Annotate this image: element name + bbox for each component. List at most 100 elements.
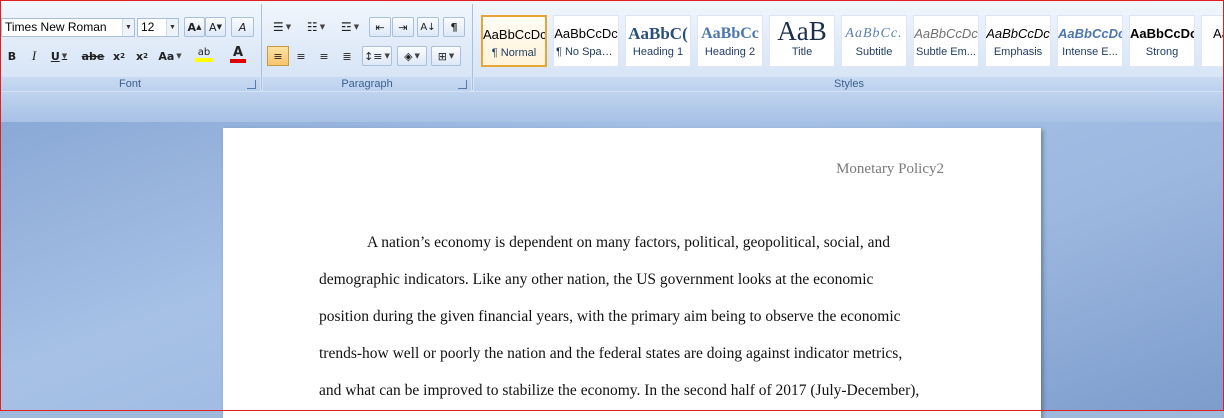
chevron-down-icon[interactable]: ▼: [166, 19, 178, 36]
style-sample-text: AaBbCcDc: [1058, 26, 1122, 41]
style-sample-text: Aa: [1213, 26, 1224, 41]
shading-button[interactable]: ◈ ▼: [397, 46, 427, 66]
style-name-label: Heading 2: [704, 46, 756, 58]
text-line[interactable]: position during the given financial year…: [319, 308, 901, 326]
style-tile[interactable]: AaBbCcDc Strong: [1129, 15, 1195, 67]
style-tile[interactable]: AaBbC( Heading 1: [625, 15, 691, 67]
style-sample-text: AaBbCcDc: [914, 26, 978, 41]
style-name-label: Heading 1: [632, 46, 684, 58]
paragraph-group: ☰ ▼ ☷ ▼ ☲ ▼ ⇤ ⇥ A↓ ¶ ≡ ≡ ≡ ≣ ↕≡ ▼ ◈ ▼ ⊞ …: [263, 0, 471, 92]
style-tile[interactable]: AaBbCc Heading 2: [697, 15, 763, 67]
decrease-indent-button[interactable]: ⇤: [369, 17, 391, 37]
style-tile[interactable]: AaBbCcDc ¶ No Spaci...: [553, 15, 619, 67]
style-name-label: Title: [791, 46, 813, 58]
grow-font-button[interactable]: A ▲: [184, 17, 205, 37]
underline-button[interactable]: U ▼: [46, 46, 72, 66]
decrease-indent-icon: ⇤: [375, 20, 385, 34]
text-line[interactable]: trends-how well or poorly the nation and…: [319, 345, 902, 363]
style-tile[interactable]: AaBbCcDc Intense E...: [1057, 15, 1123, 67]
font-group-label: Font: [0, 77, 260, 91]
sort-button[interactable]: A↓: [417, 17, 439, 37]
clear-formatting-icon: A: [238, 20, 247, 34]
multilevel-list-button[interactable]: ☲ ▼: [335, 17, 365, 37]
italic-button[interactable]: I: [24, 46, 44, 66]
paragraph-group-label: Paragraph: [263, 77, 471, 91]
text-line[interactable]: demographic indicators. Like any other n…: [319, 271, 873, 289]
justify-button[interactable]: ≣: [336, 46, 358, 66]
style-tile[interactable]: AaBbCcDc Subtle Em...: [913, 15, 979, 67]
style-sample-text: AaBbC(: [628, 24, 688, 43]
style-name-label: Subtle Em...: [916, 46, 976, 58]
style-tile[interactable]: AaB Title: [769, 15, 835, 67]
style-name-label: Emphasis: [993, 46, 1043, 58]
bullet-list-icon: ☰: [272, 20, 284, 34]
styles-group: AaBbCcDc ¶ Normal AaBbCcDc ¶ No Spaci... AaB…: [474, 0, 1224, 92]
highlighter-icon: ab: [197, 46, 211, 58]
align-center-button[interactable]: ≡: [290, 46, 312, 66]
highlight-color-swatch: [195, 57, 213, 62]
pilcrow-icon: ¶: [450, 20, 458, 34]
clear-formatting-button[interactable]: A: [231, 17, 254, 37]
sort-icon: A↓: [420, 21, 436, 33]
style-sample-text: AaB: [777, 16, 827, 46]
highlight-button[interactable]: ab: [189, 44, 219, 64]
style-sample-text: AaBbCc.: [845, 26, 903, 41]
font-color-icon: A: [232, 44, 244, 60]
chevron-down-icon[interactable]: ▼: [122, 19, 134, 36]
numbering-button[interactable]: ☷ ▼: [301, 17, 331, 37]
style-sample-text: AaBbCcDc: [483, 27, 545, 42]
page-header[interactable]: Monetary Policy2: [836, 161, 944, 178]
increase-indent-icon: ⇥: [398, 20, 408, 34]
ribbon: Times New Roman ▼ 12 ▼ A ▲ A ▼ A B I U ▼ ab…: [0, 0, 1224, 93]
style-sample-text: AaBbCcDc: [1130, 26, 1194, 41]
paint-bucket-icon: ◈: [404, 49, 413, 63]
align-left-button[interactable]: ≡: [267, 46, 289, 66]
align-right-icon: ≡: [319, 49, 329, 63]
borders-icon: ⊞: [437, 49, 447, 63]
group-divider: [472, 4, 473, 90]
bullets-button[interactable]: ☰ ▼: [267, 17, 297, 37]
style-name-label: Strong: [1145, 46, 1179, 58]
line-spacing-icon: ↕≡: [364, 49, 383, 63]
style-sample-text: AaBbCcDc: [554, 26, 618, 41]
font-color-swatch: [230, 58, 246, 63]
strikethrough-button[interactable]: abe: [80, 46, 106, 66]
font-group: Times New Roman ▼ 12 ▼ A ▲ A ▼ A B I U ▼ ab…: [0, 0, 260, 92]
group-divider: [261, 4, 262, 90]
shrink-font-button[interactable]: A ▼: [205, 17, 226, 37]
style-sample-text: AaBbCc: [701, 25, 759, 42]
multilevel-list-icon: ☲: [340, 20, 352, 34]
numbered-list-icon: ☷: [306, 20, 318, 34]
style-tile[interactable]: AaBbCcDc Emphasis: [985, 15, 1051, 67]
text-line[interactable]: and what can be improved to stabilize th…: [319, 382, 919, 400]
font-name-value: Times New Roman: [5, 20, 107, 34]
change-case-button[interactable]: Aa ▼: [155, 46, 185, 66]
superscript-button[interactable]: x2: [131, 46, 153, 66]
style-name-label: ¶ Normal: [491, 47, 537, 59]
font-dialog-launcher-icon[interactable]: .: [247, 80, 256, 89]
style-name-label: Subtitle: [855, 46, 893, 58]
increase-indent-button[interactable]: ⇥: [392, 17, 414, 37]
align-center-icon: ≡: [296, 49, 306, 63]
subscript-button[interactable]: x2: [108, 46, 130, 66]
ribbon-bottom-band: [0, 92, 1224, 122]
font-name-combo[interactable]: Times New Roman ▼: [1, 18, 135, 37]
show-formatting-button[interactable]: ¶: [443, 17, 465, 37]
align-left-icon: ≡: [273, 49, 283, 63]
borders-button[interactable]: ⊞ ▼: [431, 46, 461, 66]
document-page[interactable]: Monetary Policy2 A nation’s economy is d…: [223, 128, 1041, 418]
paragraph-dialog-launcher-icon[interactable]: .: [458, 80, 467, 89]
justify-icon: ≣: [342, 49, 352, 63]
font-color-button[interactable]: A: [222, 44, 254, 64]
style-name-label: Intense E...: [1062, 46, 1118, 58]
style-tile[interactable]: Aa: [1201, 15, 1224, 67]
font-size-value: 12: [141, 20, 155, 34]
style-tile[interactable]: AaBbCcDc ¶ Normal: [481, 15, 547, 67]
align-right-button[interactable]: ≡: [313, 46, 335, 66]
font-size-combo[interactable]: 12 ▼: [137, 18, 179, 37]
style-name-label: ¶ No Spaci...: [556, 46, 618, 58]
line-spacing-button[interactable]: ↕≡ ▼: [362, 46, 392, 66]
text-line[interactable]: A nation’s economy is dependent on many …: [367, 234, 890, 252]
bold-button[interactable]: B: [2, 46, 22, 66]
style-tile[interactable]: AaBbCc. Subtitle: [841, 15, 907, 67]
